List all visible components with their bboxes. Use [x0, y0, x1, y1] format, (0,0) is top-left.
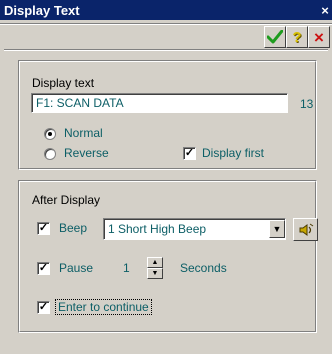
pause-spinner[interactable]: ▲ ▼: [147, 257, 163, 279]
spin-down-button[interactable]: ▼: [147, 268, 163, 279]
question-icon: ?: [292, 28, 302, 46]
enter-continue-label: Enter to continue: [55, 299, 152, 315]
pause-value[interactable]: 1: [123, 261, 130, 275]
x-icon: ×: [314, 27, 324, 47]
help-button[interactable]: ?: [286, 26, 308, 48]
display-text-input[interactable]: F1: SCAN DATA: [31, 93, 288, 113]
ok-button[interactable]: [264, 26, 286, 48]
toolbar-top-highlight: [0, 24, 332, 25]
check-icon: [267, 30, 283, 44]
enter-continue-checkbox[interactable]: ✓: [37, 301, 50, 314]
display-first-checkbox[interactable]: ✓: [183, 147, 196, 160]
speaker-icon: [299, 223, 313, 236]
beep-dropdown[interactable]: 1 Short High Beep: [103, 218, 286, 240]
pause-unit: Seconds: [180, 261, 227, 275]
window-title: Display Text: [4, 3, 80, 18]
radio-normal-label: Normal: [64, 126, 103, 140]
after-display-label: After Display: [32, 193, 101, 207]
toolbar-separator: [4, 49, 328, 51]
beep-dropdown-value: 1 Short High Beep: [108, 222, 207, 236]
pause-label: Pause: [59, 261, 94, 275]
cancel-button[interactable]: ×: [308, 26, 330, 48]
char-count: 13: [300, 97, 314, 111]
display-first-label: Display first: [202, 146, 265, 160]
pause-checkbox[interactable]: ✓: [37, 262, 50, 275]
display-text-label: Display text: [32, 76, 95, 90]
title-bar[interactable]: Display Text ×: [0, 0, 332, 20]
close-window-button[interactable]: ×: [318, 4, 332, 17]
spin-up-button[interactable]: ▲: [147, 257, 163, 268]
beep-dropdown-button[interactable]: ▼: [269, 220, 285, 238]
radio-reverse[interactable]: [44, 148, 56, 160]
beep-label: Beep: [59, 221, 88, 235]
test-beep-button[interactable]: [293, 218, 318, 241]
radio-normal[interactable]: [44, 128, 56, 140]
beep-checkbox[interactable]: ✓: [37, 222, 50, 235]
radio-reverse-label: Reverse: [64, 146, 109, 160]
